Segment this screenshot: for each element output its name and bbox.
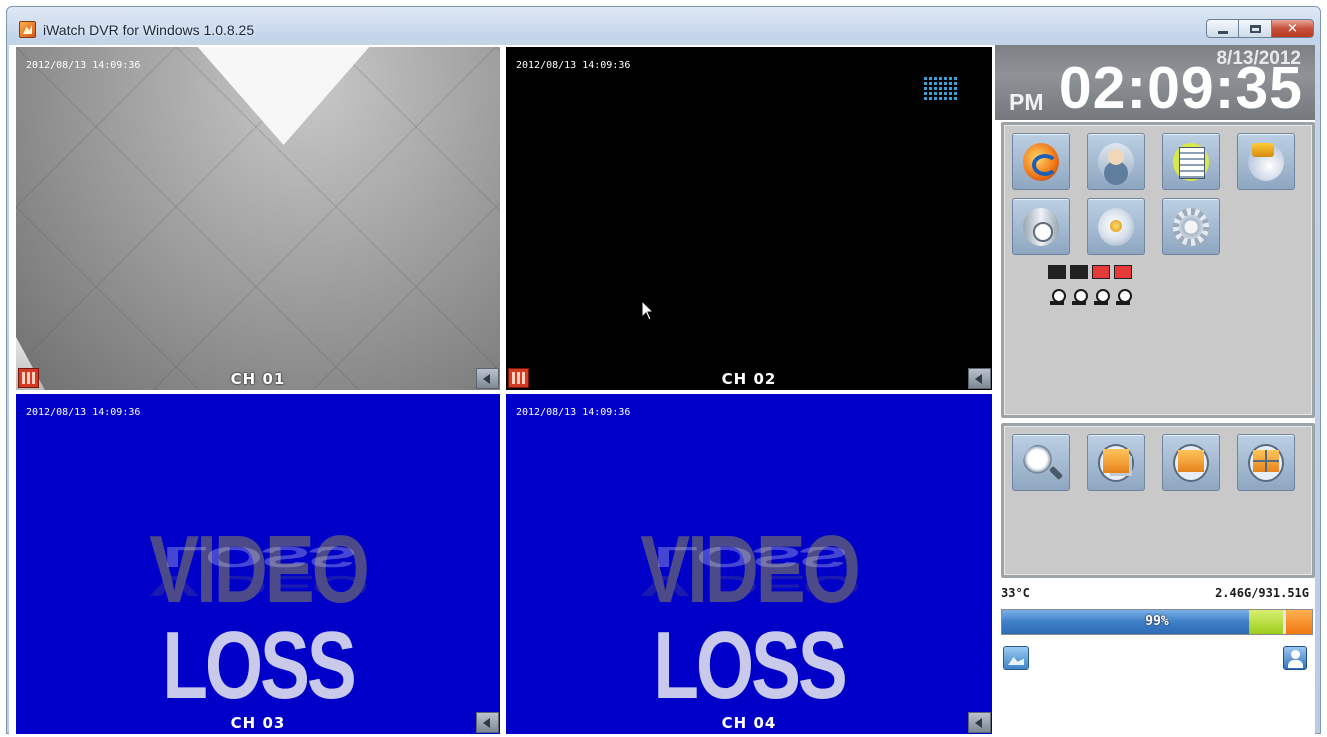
camera-status-indicators <box>1048 265 1132 279</box>
storage-indicator-icon <box>924 77 958 101</box>
camera-status-4 <box>1114 265 1132 279</box>
channel-menu-arrow-button[interactable] <box>968 368 991 389</box>
channel-timestamp: 2012/08/13 14:09:36 <box>516 60 631 71</box>
camera-status-3 <box>1092 265 1110 279</box>
video-loss-reflection-word-2: LOSS <box>653 540 845 573</box>
picture-icon[interactable] <box>1003 646 1029 670</box>
ptz-button[interactable] <box>1087 198 1145 255</box>
camera-status-2 <box>1070 265 1088 279</box>
playback-icon <box>1023 143 1059 181</box>
camera-status-1 <box>1048 265 1066 279</box>
user-button[interactable] <box>1087 133 1145 190</box>
layout-single-icon <box>1173 444 1209 482</box>
record-status-indicators <box>1049 289 1132 305</box>
minimize-icon <box>1218 31 1228 34</box>
close-icon: ✕ <box>1287 21 1298 36</box>
network-icon <box>1248 143 1284 181</box>
ptz-icon <box>1098 208 1134 246</box>
function-panel <box>1001 122 1315 418</box>
channel-label: CH 04 <box>721 714 777 732</box>
video-loss-word-2: LOSS <box>162 612 357 719</box>
minimize-button[interactable] <box>1206 19 1239 38</box>
channel-tile-3[interactable]: 2012/08/13 14:09:36 VIDEO LOSS VIDEO LOS… <box>16 394 500 734</box>
video-loss-reflection-word-1: VIDEO <box>149 569 367 602</box>
title-bar[interactable]: iWatch DVR for Windows 1.0.8.25 ✕ <box>7 7 1320 45</box>
search-icon <box>1023 444 1059 482</box>
network-button[interactable] <box>1237 133 1295 190</box>
channel-timestamp: 2012/08/13 14:09:36 <box>26 60 141 71</box>
layout-quad-button[interactable] <box>1237 434 1295 491</box>
channel-tile-2[interactable]: 2012/08/13 14:09:36 CH 02 <box>506 47 992 390</box>
channel-menu-arrow-button[interactable] <box>476 368 499 389</box>
channel-label: CH 03 <box>230 714 286 732</box>
playback-button[interactable] <box>1012 133 1070 190</box>
channel-menu-arrow-button[interactable] <box>968 712 991 733</box>
log-button[interactable] <box>1162 133 1220 190</box>
layout-single-button[interactable] <box>1162 434 1220 491</box>
channel-tile-1[interactable]: 2012/08/13 14:09:36 CH 01 <box>16 47 500 390</box>
camera-record-icon-3 <box>1093 289 1110 305</box>
setup-button[interactable] <box>1162 198 1220 255</box>
log-icon <box>1173 143 1209 181</box>
camera-record-icon-2 <box>1071 289 1088 305</box>
camera-image <box>196 47 371 145</box>
disk-space-readout: 2.46G/931.51G <box>1215 586 1309 600</box>
channel-tile-4[interactable]: 2012/08/13 14:09:36 VIDEO LOSS VIDEO LOS… <box>506 394 992 734</box>
backup-button[interactable] <box>1012 198 1070 255</box>
layout-quad-icon <box>1248 444 1284 482</box>
maximize-icon <box>1250 25 1261 33</box>
window-controls: ✕ <box>1206 19 1314 38</box>
video-loss-reflection-word-1: VIDEO <box>640 569 858 602</box>
channel-timestamp: 2012/08/13 14:09:36 <box>26 407 141 418</box>
channel-label: CH 01 <box>230 370 286 388</box>
backup-icon <box>1023 208 1059 246</box>
disk-usage-percent: 99% <box>1145 614 1169 629</box>
search-button[interactable] <box>1012 434 1070 491</box>
channel-timestamp: 2012/08/13 14:09:36 <box>516 407 631 418</box>
camera-record-icon-1 <box>1049 289 1066 305</box>
user-icon <box>1098 143 1134 181</box>
clock-time: 02:09:35 <box>1058 55 1303 121</box>
camera-record-icon-4 <box>1115 289 1132 305</box>
disk-usage-bar: 99% <box>1001 609 1313 635</box>
main-area: 2012/08/13 14:09:36 CH 01 2012/08/13 14:… <box>9 45 1315 734</box>
channel-menu-arrow-button[interactable] <box>476 712 499 733</box>
clock-panel: 8/13/2012 PM 02:09:35 <box>995 45 1315 120</box>
view-panel <box>1001 423 1315 578</box>
control-sidebar: 8/13/2012 PM 02:09:35 33°C 2.46G/931.51G… <box>995 45 1315 734</box>
close-button[interactable]: ✕ <box>1272 19 1314 38</box>
app-logo-icon[interactable] <box>19 21 36 38</box>
clock-ampm: PM <box>1009 89 1044 115</box>
layout-pip-button[interactable] <box>1087 434 1145 491</box>
gear-icon <box>1173 208 1209 246</box>
channel-label: CH 02 <box>721 370 777 388</box>
window-title: iWatch DVR for Windows 1.0.8.25 <box>43 22 255 38</box>
video-loss-word-2: LOSS <box>653 612 848 719</box>
video-loss-reflection: VIDEO LOSS <box>559 540 938 602</box>
login-user-icon[interactable] <box>1283 646 1307 670</box>
maximize-button[interactable] <box>1239 19 1272 38</box>
video-loss-reflection-word-2: LOSS <box>162 540 354 573</box>
video-loss-reflection: VIDEO LOSS <box>69 540 447 602</box>
temperature-readout: 33°C <box>1001 586 1030 600</box>
layout-pip-icon <box>1098 444 1134 482</box>
